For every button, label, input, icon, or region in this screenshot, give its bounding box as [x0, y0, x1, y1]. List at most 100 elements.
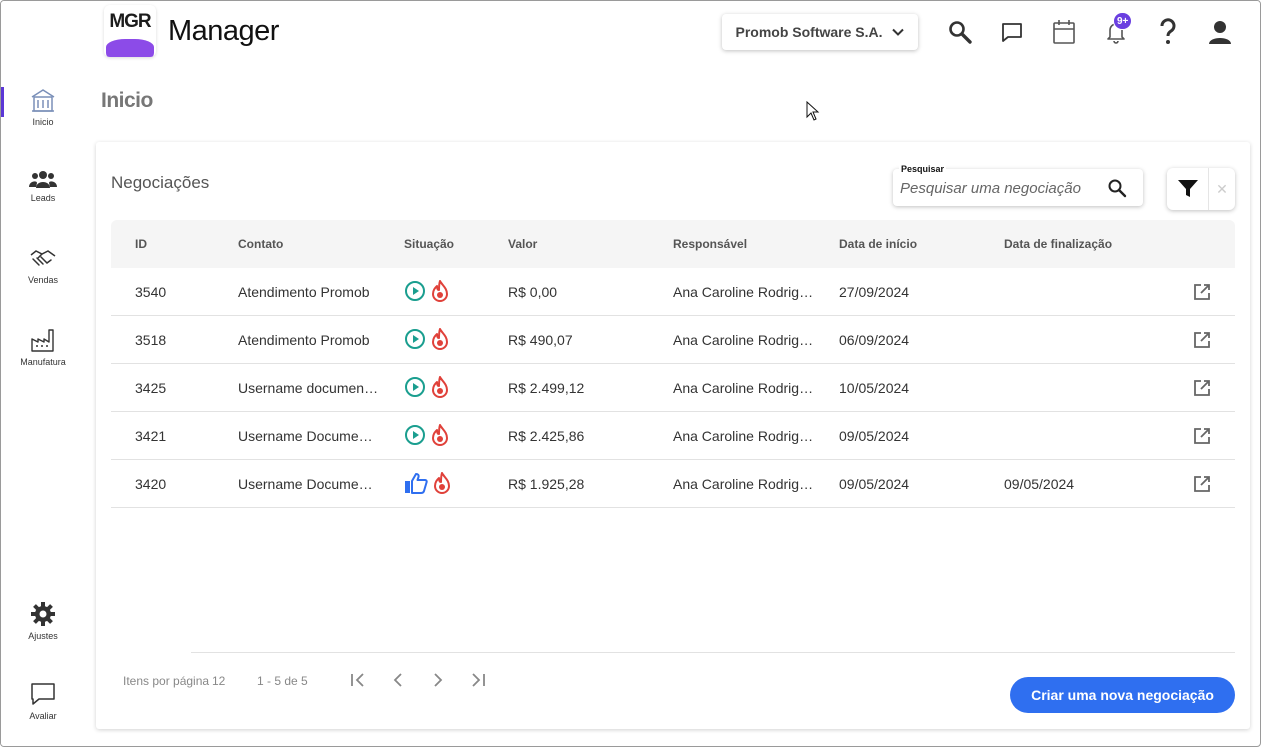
thumbs-up-icon	[405, 473, 428, 494]
sidebar-item-label: Ajustes	[28, 631, 58, 641]
last-page-icon	[472, 673, 485, 687]
last-page-button[interactable]	[466, 668, 490, 692]
table-row[interactable]: 3425 Username documentation R$ 2.499,12 Ana…	[111, 364, 1235, 412]
first-page-icon	[351, 673, 364, 687]
page-title: Inicio	[101, 89, 153, 112]
search-label: Pesquisar	[899, 164, 947, 174]
cell-value: R$ 0,00	[508, 284, 558, 300]
cell-start: 27/09/2024	[839, 284, 910, 300]
sidebar-item-label: Manufatura	[20, 357, 66, 367]
cell-contact: Atendimento Promob	[238, 284, 370, 300]
open-external-icon	[1194, 380, 1210, 396]
people-icon	[29, 171, 57, 188]
search-field: Pesquisar	[893, 164, 1143, 206]
table-header: ID Contato Situação Valor Responsável Da…	[111, 220, 1235, 268]
column-header-valor[interactable]: Valor	[508, 237, 537, 251]
column-header-responsavel[interactable]: Responsável	[673, 237, 747, 251]
open-external-icon	[1194, 332, 1210, 348]
cell-owner: Ana Caroline Rodrigues	[673, 332, 815, 348]
open-negotiation-button[interactable]	[1193, 331, 1211, 349]
negotiations-table: ID Contato Situação Valor Responsável Da…	[111, 220, 1235, 508]
chevron-left-icon	[393, 673, 402, 687]
sidebar-item-inicio[interactable]: Inicio	[1, 87, 85, 147]
column-header-situacao[interactable]: Situação	[404, 237, 454, 251]
in-progress-icon	[405, 281, 425, 301]
company-select[interactable]: Promob Software S.A.	[722, 14, 918, 50]
previous-page-button[interactable]	[386, 668, 410, 692]
column-header-id[interactable]: ID	[135, 237, 147, 251]
table-row[interactable]: 3540 Atendimento Promob R$ 0,00 Ana Carolin…	[111, 268, 1235, 316]
filter-group: ✕	[1167, 168, 1235, 210]
user-icon[interactable]	[1205, 17, 1235, 47]
logo-text: MGR	[109, 11, 151, 32]
column-header-data-finalizacao[interactable]: Data de finalização	[1004, 237, 1112, 251]
cell-status	[404, 424, 450, 446]
cell-status	[404, 472, 452, 494]
building-icon	[31, 89, 55, 112]
cell-end: 09/05/2024	[1004, 476, 1075, 492]
sidebar-item-vendas[interactable]: Vendas	[1, 247, 85, 307]
cell-id: 3518	[135, 332, 167, 348]
in-progress-icon	[405, 425, 425, 445]
column-header-data-inicio[interactable]: Data de início	[839, 237, 917, 251]
gear-icon	[31, 602, 55, 626]
pagination-range: 1 - 5 de 5	[257, 674, 308, 688]
table-row[interactable]: 3518 Atendimento Promob R$ 490,07 Ana Carol…	[111, 316, 1235, 364]
sidebar-item-manufatura[interactable]: Manufatura	[1, 327, 85, 387]
cell-value: R$ 2.499,12	[508, 380, 585, 396]
open-negotiation-button[interactable]	[1193, 283, 1211, 301]
column-header-contato[interactable]: Contato	[238, 237, 283, 251]
hot-lead-icon	[432, 424, 448, 446]
table-row[interactable]: 3421 Username Documentation R$ 2.425,86 Ana…	[111, 412, 1235, 460]
cell-owner: Ana Caroline Rodrigues	[673, 428, 815, 444]
open-negotiation-button[interactable]	[1193, 379, 1211, 397]
clear-filter-button[interactable]: ✕	[1209, 168, 1235, 210]
cell-value: R$ 2.425,86	[508, 428, 585, 444]
open-negotiation-button[interactable]	[1193, 475, 1211, 493]
sidebar-item-ajustes[interactable]: Ajustes	[1, 601, 85, 661]
footer-divider	[191, 652, 1235, 653]
items-per-page-value[interactable]: 12	[212, 674, 225, 688]
in-progress-icon	[405, 377, 425, 397]
chat-icon[interactable]	[997, 17, 1027, 47]
cell-contact: Username Documentation	[238, 476, 380, 492]
mouse-cursor-icon	[806, 101, 820, 121]
help-icon[interactable]	[1153, 17, 1183, 47]
items-per-page-label: Itens por página	[123, 674, 210, 688]
open-external-icon	[1194, 428, 1210, 444]
table-row[interactable]: 3420 Username Documentation R$ 1.925,28 Ana…	[111, 460, 1235, 508]
first-page-button[interactable]	[346, 668, 370, 692]
cell-contact: Atendimento Promob	[238, 332, 370, 348]
search-icon[interactable]	[1107, 178, 1127, 198]
open-negotiation-button[interactable]	[1193, 427, 1211, 445]
create-negotiation-button[interactable]: Criar uma nova negociação	[1010, 677, 1235, 713]
hot-lead-icon	[432, 376, 448, 398]
next-page-button[interactable]	[426, 668, 450, 692]
search-input[interactable]	[900, 178, 1100, 198]
open-external-icon	[1194, 476, 1210, 492]
cell-start: 09/05/2024	[839, 476, 910, 492]
calendar-icon[interactable]	[1049, 17, 1079, 47]
cell-start: 06/09/2024	[839, 332, 910, 348]
hot-lead-icon	[432, 328, 448, 350]
chevron-right-icon	[434, 673, 443, 687]
sidebar: Inicio Leads Vendas Manufatura Ajustes A…	[1, 73, 85, 746]
sidebar-item-label: Inicio	[32, 117, 54, 127]
logo-shape	[106, 39, 154, 57]
sidebar-item-avaliar[interactable]: Avaliar	[1, 681, 85, 741]
handshake-icon	[30, 250, 56, 266]
cell-id: 3421	[135, 428, 167, 444]
cell-contact: Username documentation	[238, 380, 380, 396]
cell-status	[404, 328, 450, 350]
app-logo[interactable]: MGR	[104, 5, 156, 57]
search-icon[interactable]	[945, 17, 975, 47]
hot-lead-icon	[434, 472, 450, 494]
sidebar-item-label: Avaliar	[29, 711, 57, 721]
chevron-down-icon	[891, 28, 904, 36]
filter-button[interactable]	[1167, 168, 1209, 210]
negotiations-card: Negociações Pesquisar ✕ ID Contato Situa…	[96, 142, 1250, 729]
company-name: Promob Software S.A.	[735, 24, 883, 40]
cell-id: 3420	[135, 476, 167, 492]
sidebar-item-leads[interactable]: Leads	[1, 169, 85, 229]
factory-icon	[31, 329, 54, 352]
